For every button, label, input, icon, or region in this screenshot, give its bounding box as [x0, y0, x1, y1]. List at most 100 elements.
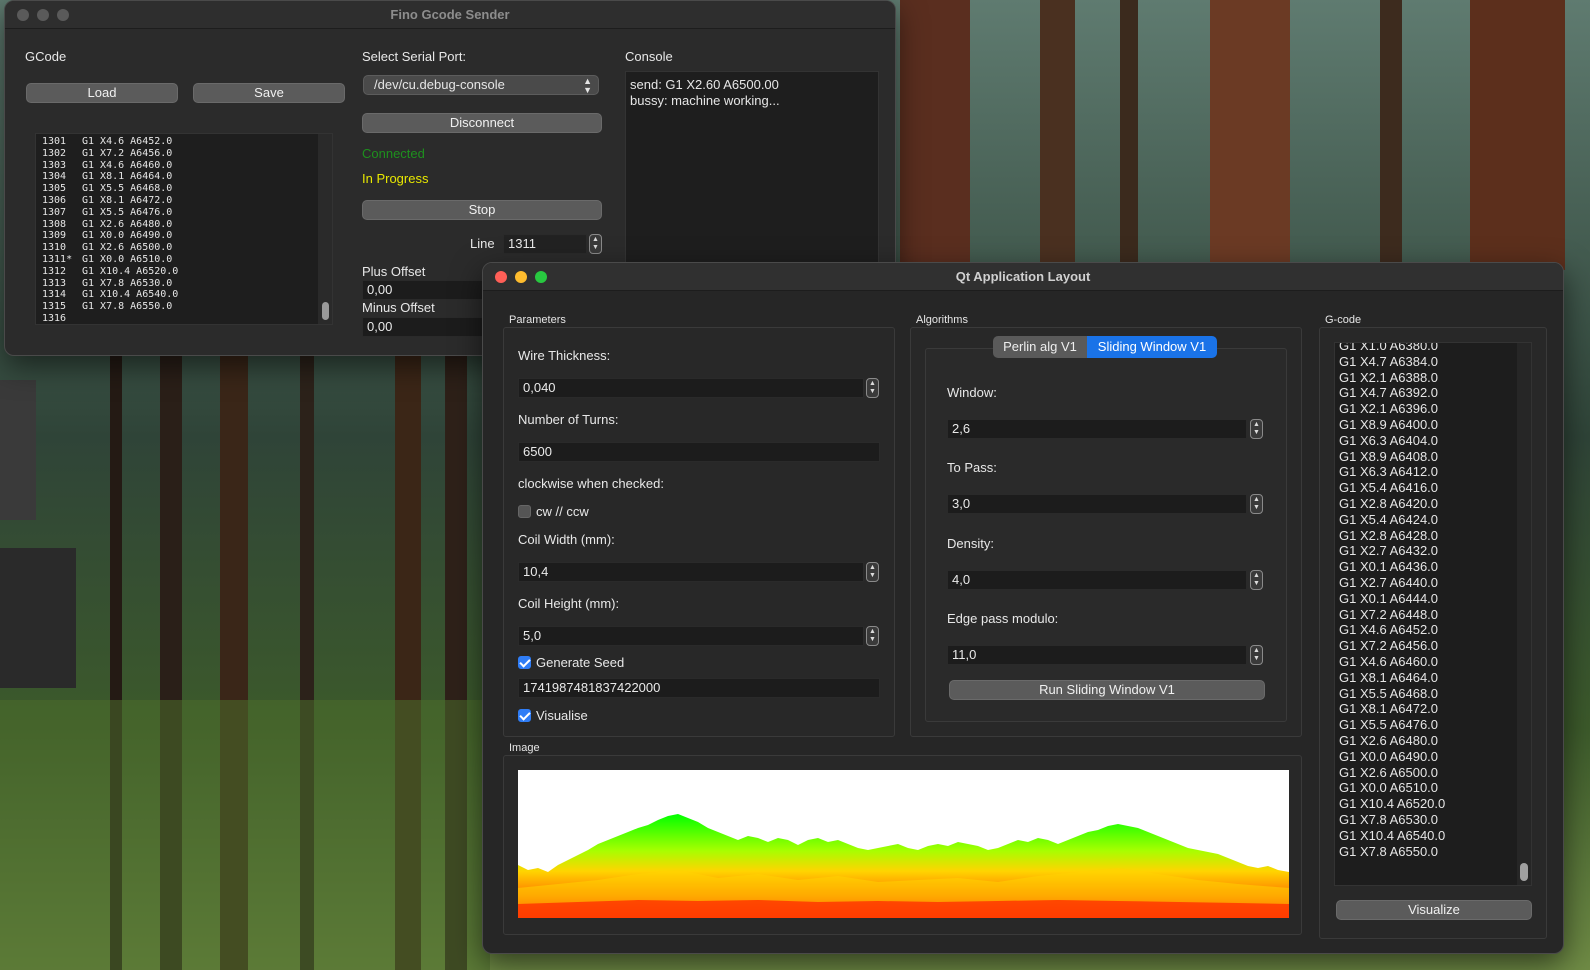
close-button[interactable] [495, 271, 507, 283]
gcode-list-row[interactable]: 1313 G1 X7.8 A6530.0 [36, 278, 332, 290]
gcode-output-row[interactable]: G1 X0.1 A6436.0 [1339, 559, 1445, 575]
close-button[interactable] [17, 9, 29, 21]
density-field[interactable]: 4,0 [947, 570, 1247, 590]
gcode-list-row[interactable]: 1314 G1 X10.4 A6540.0 [36, 289, 332, 301]
gcode-output-row[interactable]: G1 X1.0 A6380.0 [1339, 343, 1445, 354]
gcode-output-row[interactable]: G1 X8.1 A6472.0 [1339, 701, 1445, 717]
window-field[interactable]: 2,6 [947, 419, 1247, 439]
gcode-output-row[interactable]: G1 X0.1 A6444.0 [1339, 591, 1445, 607]
minus-offset-field[interactable]: 0,00 [362, 317, 492, 337]
gcode-list-row[interactable]: 1301 G1 X4.6 A6452.0 [36, 136, 332, 148]
gcode-scrollbar-thumb[interactable] [1520, 863, 1528, 881]
gcode-output-row[interactable]: G1 X2.6 A6480.0 [1339, 733, 1445, 749]
list-scrollbar-thumb[interactable] [322, 302, 329, 320]
gcode-output-row[interactable]: G1 X8.9 A6408.0 [1339, 449, 1445, 465]
coil-width-stepper[interactable]: ▲ ▼ [866, 562, 879, 582]
gcode-output-row[interactable]: G1 X6.3 A6412.0 [1339, 464, 1445, 480]
density-stepper[interactable]: ▲ ▼ [1250, 570, 1263, 590]
gcode-output-row[interactable]: G1 X5.5 A6476.0 [1339, 717, 1445, 733]
gcode-line-list[interactable]: 1301 G1 X4.6 A6452.0 1302 G1 X7.2 A6456.0 13… [35, 133, 333, 325]
visualise-checkbox[interactable] [518, 709, 531, 722]
gcode-list-row[interactable]: 1315 G1 X7.8 A6550.0 [36, 301, 332, 313]
gcode-output-row[interactable]: G1 X4.6 A6452.0 [1339, 622, 1445, 638]
gcode-output-row[interactable]: G1 X2.1 A6396.0 [1339, 401, 1445, 417]
gcode-scrollbar-track[interactable] [1517, 343, 1531, 885]
gcode-output-row[interactable]: G1 X8.9 A6400.0 [1339, 417, 1445, 433]
gcode-list-row[interactable]: 1307 G1 X5.5 A6476.0 [36, 207, 332, 219]
fino-titlebar[interactable]: Fino Gcode Sender [5, 1, 895, 29]
gcode-list-row[interactable]: 1316 [36, 313, 332, 324]
gcode-output-row[interactable]: G1 X2.1 A6388.0 [1339, 370, 1445, 386]
gcode-output-row[interactable]: G1 X0.0 A6510.0 [1339, 780, 1445, 796]
parameters-group: Wire Thickness: 0,040 ▲ ▼ Number of Turns… [503, 327, 895, 737]
coil-height-field[interactable]: 5,0 [518, 626, 864, 646]
minimize-button[interactable] [37, 9, 49, 21]
gcode-output-row[interactable]: G1 X4.7 A6392.0 [1339, 385, 1445, 401]
line-stepper[interactable]: ▲ ▼ [589, 234, 602, 254]
gcode-output-row[interactable]: G1 X2.6 A6500.0 [1339, 765, 1445, 781]
gcode-output-row[interactable]: G1 X7.8 A6550.0 [1339, 844, 1445, 860]
gcode-output-row[interactable]: G1 X7.2 A6456.0 [1339, 638, 1445, 654]
stop-button[interactable]: Stop [362, 200, 602, 220]
gcode-list-row[interactable]: 1306 G1 X8.1 A6472.0 [36, 195, 332, 207]
gcode-output-row[interactable]: G1 X2.7 A6440.0 [1339, 575, 1445, 591]
gcode-output-row[interactable]: G1 X10.4 A6540.0 [1339, 828, 1445, 844]
gcode-output-row[interactable]: G1 X7.8 A6530.0 [1339, 812, 1445, 828]
line-number: 1314 [42, 289, 67, 301]
to-pass-field[interactable]: 3,0 [947, 494, 1247, 514]
wire-thickness-field[interactable]: 0,040 [518, 378, 864, 398]
serial-port-select[interactable]: /dev/cu.debug-console ▲ ▼ [363, 75, 599, 95]
zoom-button[interactable] [535, 271, 547, 283]
gcode-output-row[interactable]: G1 X4.7 A6384.0 [1339, 354, 1445, 370]
line-field[interactable]: 1311 [503, 234, 587, 254]
gcode-list-row[interactable]: 1303 G1 X4.6 A6460.0 [36, 160, 332, 172]
disconnect-button[interactable]: Disconnect [362, 113, 602, 133]
number-of-turns-field[interactable]: 6500 [518, 442, 880, 462]
gcode-output-row[interactable]: G1 X7.2 A6448.0 [1339, 607, 1445, 623]
gcode-output-row[interactable]: G1 X2.7 A6432.0 [1339, 543, 1445, 559]
gcode-list-row[interactable]: 1312 G1 X10.4 A6520.0 [36, 266, 332, 278]
gcode-list-row[interactable]: 1311* G1 X0.0 A6510.0 [36, 254, 332, 266]
gcode-list-row[interactable]: 1308 G1 X2.6 A6480.0 [36, 219, 332, 231]
window-stepper[interactable]: ▲ ▼ [1250, 419, 1263, 439]
to-pass-stepper[interactable]: ▲ ▼ [1250, 494, 1263, 514]
gcode-list-row[interactable]: 1310 G1 X2.6 A6500.0 [36, 242, 332, 254]
gcode-output-row[interactable]: G1 X10.4 A6520.0 [1339, 796, 1445, 812]
cw-ccw-checkbox[interactable] [518, 505, 531, 518]
load-button[interactable]: Load [26, 83, 178, 103]
save-button[interactable]: Save [193, 83, 345, 103]
wire-thickness-stepper[interactable]: ▲ ▼ [866, 378, 879, 398]
gcode-output-list[interactable]: G1 X1.0 A6380.0 G1 X4.7 A6384.0 G1 X2.1 A6… [1334, 342, 1532, 886]
gcode-list-row[interactable]: 1309 G1 X0.0 A6490.0 [36, 230, 332, 242]
edge-pass-modulo-stepper[interactable]: ▲ ▼ [1250, 645, 1263, 665]
gcode-output-row[interactable]: G1 X5.4 A6416.0 [1339, 480, 1445, 496]
gcode-output-row[interactable]: G1 X2.8 A6420.0 [1339, 496, 1445, 512]
gcode-list-row[interactable]: 1302 G1 X7.2 A6456.0 [36, 148, 332, 160]
gcode-output-row[interactable]: G1 X4.6 A6460.0 [1339, 654, 1445, 670]
minimize-button[interactable] [515, 271, 527, 283]
console-output[interactable]: send: G1 X2.60 A6500.00 bussy: machine w… [625, 71, 879, 271]
gcode-output-row[interactable]: G1 X0.0 A6490.0 [1339, 749, 1445, 765]
tab-sliding-window-v1[interactable]: Sliding Window V1 [1087, 336, 1217, 358]
coil-width-field[interactable]: 10,4 [518, 562, 864, 582]
gcode-output-row[interactable]: G1 X6.3 A6404.0 [1339, 433, 1445, 449]
gcode-list-row[interactable]: 1305 G1 X5.5 A6468.0 [36, 183, 332, 195]
generate-seed-label: Generate Seed [536, 655, 625, 670]
visualize-button[interactable]: Visualize [1336, 900, 1532, 920]
qt-titlebar[interactable]: Qt Application Layout [483, 263, 1563, 291]
gcode-output-row[interactable]: G1 X8.1 A6464.0 [1339, 670, 1445, 686]
zoom-button[interactable] [57, 9, 69, 21]
gcode-output-row[interactable]: G1 X5.5 A6468.0 [1339, 686, 1445, 702]
list-scrollbar-track[interactable] [318, 134, 332, 324]
run-sliding-window-button[interactable]: Run Sliding Window V1 [949, 680, 1265, 700]
generate-seed-checkbox[interactable] [518, 656, 531, 669]
seed-field[interactable]: 1741987481837422000 [518, 678, 880, 698]
gcode-output-row[interactable]: G1 X5.4 A6424.0 [1339, 512, 1445, 528]
cw-ccw-label: cw // ccw [536, 504, 589, 519]
edge-pass-modulo-field[interactable]: 11,0 [947, 645, 1247, 665]
plus-offset-field[interactable]: 0,00 [362, 280, 492, 300]
coil-height-stepper[interactable]: ▲ ▼ [866, 626, 879, 646]
gcode-output-row[interactable]: G1 X2.8 A6428.0 [1339, 528, 1445, 544]
gcode-list-row[interactable]: 1304 G1 X8.1 A6464.0 [36, 171, 332, 183]
tab-perlin-alg-v1[interactable]: Perlin alg V1 [993, 336, 1087, 358]
